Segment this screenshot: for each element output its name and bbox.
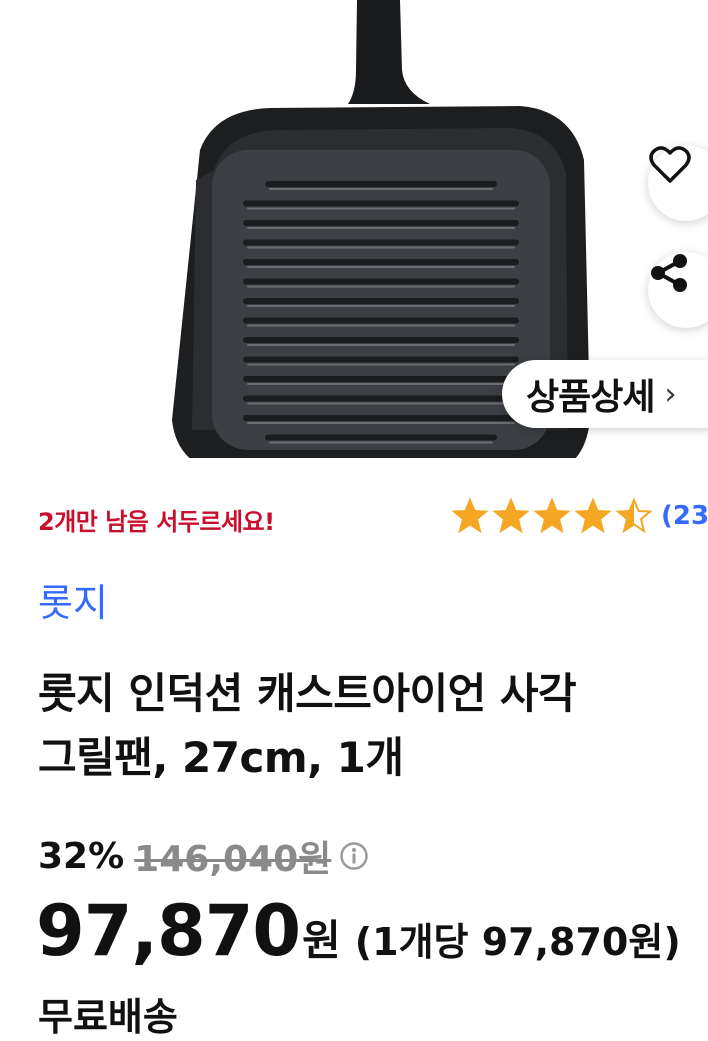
- sale-price-row: 97,870 원 (1개당 97,870원): [36, 890, 681, 972]
- heart-icon: [649, 146, 691, 183]
- brand-link[interactable]: 롯지: [38, 572, 108, 627]
- product-detail-button[interactable]: 상품상세 ›: [502, 360, 708, 428]
- product-title-line-1: 롯지 인덕션 캐스트아이언 사각: [38, 669, 577, 718]
- star-icon: [534, 498, 570, 534]
- product-image-area[interactable]: 상품상세 ›: [0, 0, 708, 458]
- sale-price-unit: 원: [302, 916, 341, 965]
- unit-price: (1개당 97,870원): [354, 920, 681, 964]
- star-icon: [493, 498, 529, 534]
- sale-price: 97,870: [36, 890, 301, 972]
- share-icon: [651, 254, 687, 292]
- stock-alert: 2개만 남음 서두르세요!: [38, 508, 275, 536]
- star-icon: [452, 498, 488, 534]
- star-icon: [575, 498, 611, 534]
- product-title-line-2: 그릴팬, 27cm, 1개: [38, 733, 404, 782]
- rating-stars: [452, 498, 657, 534]
- shipping-info: 무료배송: [38, 995, 178, 1039]
- product-detail-label: 상품상세: [526, 377, 655, 418]
- rating[interactable]: (23: [452, 498, 708, 534]
- original-price: 146,040원: [134, 839, 332, 880]
- discount-percent: 32%: [38, 835, 125, 877]
- product-title: 롯지 인덕션 캐스트아이언 사각 그릴팬, 27cm, 1개: [38, 662, 708, 790]
- discount-row: 32% 146,040원: [38, 830, 369, 882]
- info-icon[interactable]: [339, 841, 369, 871]
- chevron-right-icon: ›: [664, 376, 677, 412]
- review-count[interactable]: (23: [661, 501, 708, 531]
- star-icon: [616, 498, 652, 534]
